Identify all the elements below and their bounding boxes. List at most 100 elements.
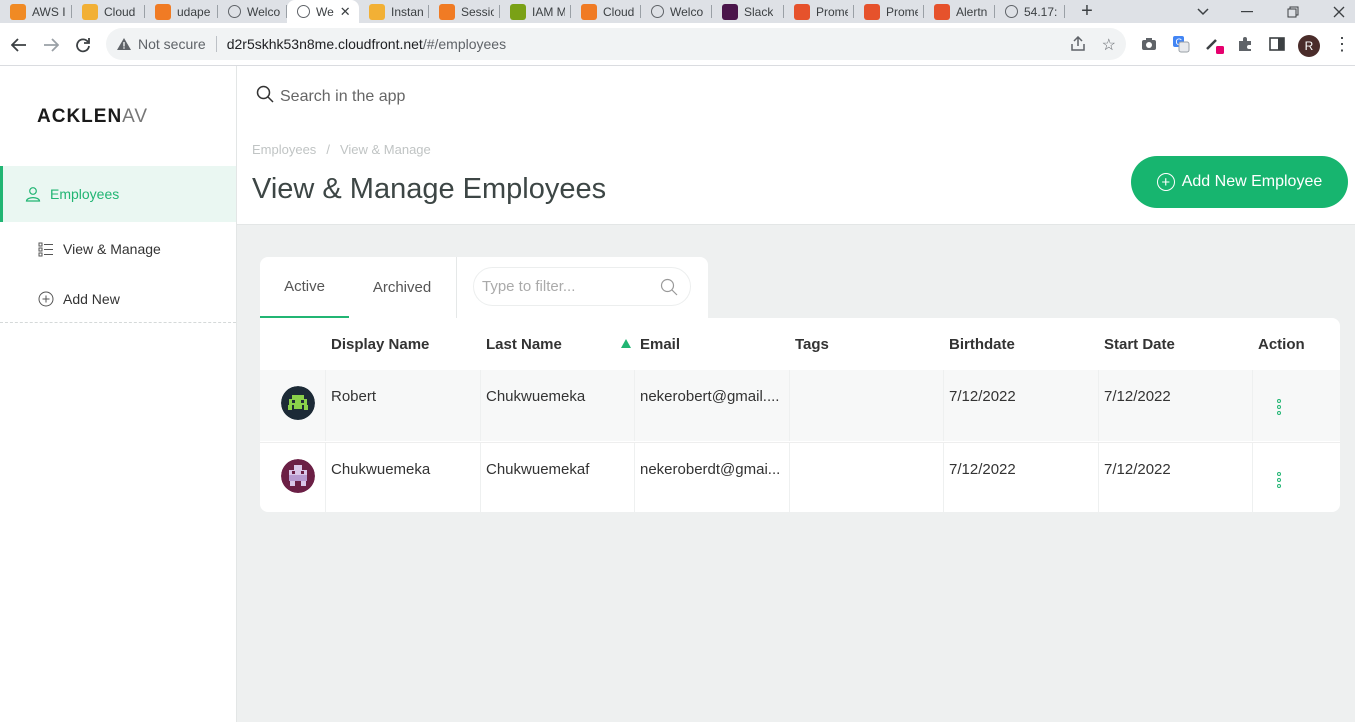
browser-tab[interactable]: Cloud <box>571 0 641 23</box>
table-header: Display Name Last Name Email Tags Birthd… <box>260 318 1340 370</box>
address-bar[interactable]: Not secure d2r5skhk53n8me.cloudfront.net… <box>106 28 1126 60</box>
cell-last-name: Chukwuemekaf <box>486 461 590 478</box>
warning-icon <box>117 38 131 50</box>
browser-tab[interactable]: Welco <box>218 0 287 23</box>
cell-start-date: 7/12/2022 <box>1104 388 1171 405</box>
browser-tab[interactable]: IAM M <box>500 0 571 23</box>
browser-tab-label: Cloud <box>104 4 136 19</box>
acklen-logo[interactable]: ACKLENAV <box>37 106 148 128</box>
aws-cube-icon <box>155 3 171 20</box>
column-header-birthdate[interactable]: Birthdate <box>949 336 1015 353</box>
browser-tab-label: Welco <box>670 4 704 19</box>
column-header-tags[interactable]: Tags <box>795 336 829 353</box>
new-tab-button[interactable]: + <box>1073 0 1101 23</box>
search-icon <box>660 278 678 300</box>
tab-archived[interactable]: Archived <box>356 257 448 318</box>
not-secure-label[interactable]: Not secure <box>138 36 206 52</box>
browser-tab[interactable]: Prome <box>784 0 854 23</box>
sidebar-item-label: Employees <box>50 186 120 202</box>
column-divider <box>1252 443 1253 514</box>
forward-button[interactable] <box>35 29 67 61</box>
url-path: /#/employees <box>422 36 507 52</box>
sidebar-item-employees[interactable]: Employees <box>0 166 236 222</box>
side-panel-icon[interactable] <box>1266 33 1288 55</box>
browser-tab[interactable]: Sessio <box>429 0 500 23</box>
row-actions-menu-icon[interactable] <box>1277 472 1281 488</box>
tab-search-button[interactable] <box>1180 0 1226 23</box>
column-divider <box>1252 370 1253 441</box>
divider <box>215 36 217 52</box>
browser-tab[interactable]: Instan <box>359 0 429 23</box>
breadcrumb-separator: / <box>326 142 330 157</box>
breadcrumb-employees[interactable]: Employees <box>252 142 316 157</box>
eyedropper-extension-icon[interactable] <box>1203 33 1225 55</box>
browser-tab[interactable]: We ✕ <box>287 0 359 23</box>
reload-button[interactable] <box>67 29 99 61</box>
search-input[interactable]: Search in the app <box>280 88 405 106</box>
browser-tab[interactable]: Cloud <box>72 0 145 23</box>
translate-icon[interactable]: G <box>1170 33 1192 55</box>
restore-icon <box>1287 6 1299 17</box>
table-row[interactable]: Chukwuemeka Chukwuemekaf nekeroberdt@gma… <box>260 442 1340 514</box>
row-actions-menu-icon[interactable] <box>1277 399 1281 415</box>
sort-ascending-icon[interactable] <box>621 339 631 348</box>
profile-avatar[interactable]: R <box>1298 35 1320 57</box>
column-header-action: Action <box>1258 336 1305 353</box>
plus-circle-icon: + <box>1156 173 1175 191</box>
column-header-email[interactable]: Email <box>640 336 680 353</box>
column-divider <box>480 443 481 514</box>
bookmark-star-icon[interactable]: ☆ <box>1102 35 1116 55</box>
column-divider <box>943 370 944 441</box>
column-header-display-name[interactable]: Display Name <box>331 336 429 353</box>
filter-input[interactable]: Type to filter... <box>473 267 691 306</box>
column-divider <box>325 370 326 441</box>
prometheus-icon <box>864 3 880 20</box>
plus-circle-icon <box>37 290 55 308</box>
sidebar-item-add-new[interactable]: Add New <box>37 290 120 308</box>
table-row[interactable]: Robert Chukwuemeka nekerobert@gmail.... … <box>260 370 1340 441</box>
url-text[interactable]: d2r5skhk53n8me.cloudfront.net/#/employee… <box>227 36 506 52</box>
sidebar-item-view-manage[interactable]: View & Manage <box>37 240 161 258</box>
browser-tab[interactable]: Slack <box>712 0 784 23</box>
browser-tab[interactable]: Prome <box>854 0 924 23</box>
user-icon <box>24 185 42 203</box>
back-button[interactable] <box>3 29 35 61</box>
column-header-start-date[interactable]: Start Date <box>1104 336 1175 353</box>
restore-button[interactable] <box>1270 0 1316 23</box>
status-tabs: Active Archived Type to filter... <box>260 257 708 319</box>
cloud-cube-icon <box>369 3 385 20</box>
browser-menu-icon[interactable]: ⋮ <box>1331 33 1353 55</box>
tab-active[interactable]: Active <box>260 257 349 318</box>
globe-icon <box>297 5 310 18</box>
cell-birthdate: 7/12/2022 <box>949 461 1016 478</box>
search-icon <box>256 85 274 108</box>
close-window-button[interactable] <box>1316 0 1355 23</box>
browser-tab-label: We <box>316 4 334 19</box>
minimize-button[interactable] <box>1224 0 1270 23</box>
column-header-last-name[interactable]: Last Name <box>486 336 562 353</box>
browser-tab-label: AWS I <box>32 4 66 19</box>
screenshot-camera-icon[interactable] <box>1138 33 1160 55</box>
main-content: Active Archived Type to filter... Displa… <box>237 225 1355 722</box>
iam-key-icon <box>510 3 526 20</box>
browser-tab[interactable]: Welco <box>641 0 712 23</box>
reload-icon <box>76 38 90 53</box>
browser-tab[interactable]: Alertn <box>924 0 995 23</box>
browser-tab[interactable]: 54.17: <box>995 0 1065 23</box>
cell-email: nekerobert@gmail.... <box>640 388 780 405</box>
browser-tab[interactable]: AWS I <box>0 0 72 23</box>
app-search[interactable]: Search in the app <box>256 85 405 108</box>
browser-tab-label: Prome <box>816 4 848 19</box>
close-tab-icon[interactable]: ✕ <box>340 4 351 20</box>
column-divider <box>634 443 635 514</box>
cell-display-name: Chukwuemeka <box>331 461 431 478</box>
chevron-down-icon <box>1197 7 1209 15</box>
add-button-label: Add New Employee <box>1181 173 1323 190</box>
globe-icon <box>228 5 241 18</box>
add-new-employee-button[interactable]: + Add New Employee <box>1131 156 1348 208</box>
extensions-puzzle-icon[interactable] <box>1234 33 1256 55</box>
cell-last-name: Chukwuemeka <box>486 388 586 405</box>
share-icon[interactable] <box>1070 35 1086 55</box>
cell-email: nekeroberdt@gmai... <box>640 461 781 478</box>
browser-tab[interactable]: udape <box>145 0 218 23</box>
